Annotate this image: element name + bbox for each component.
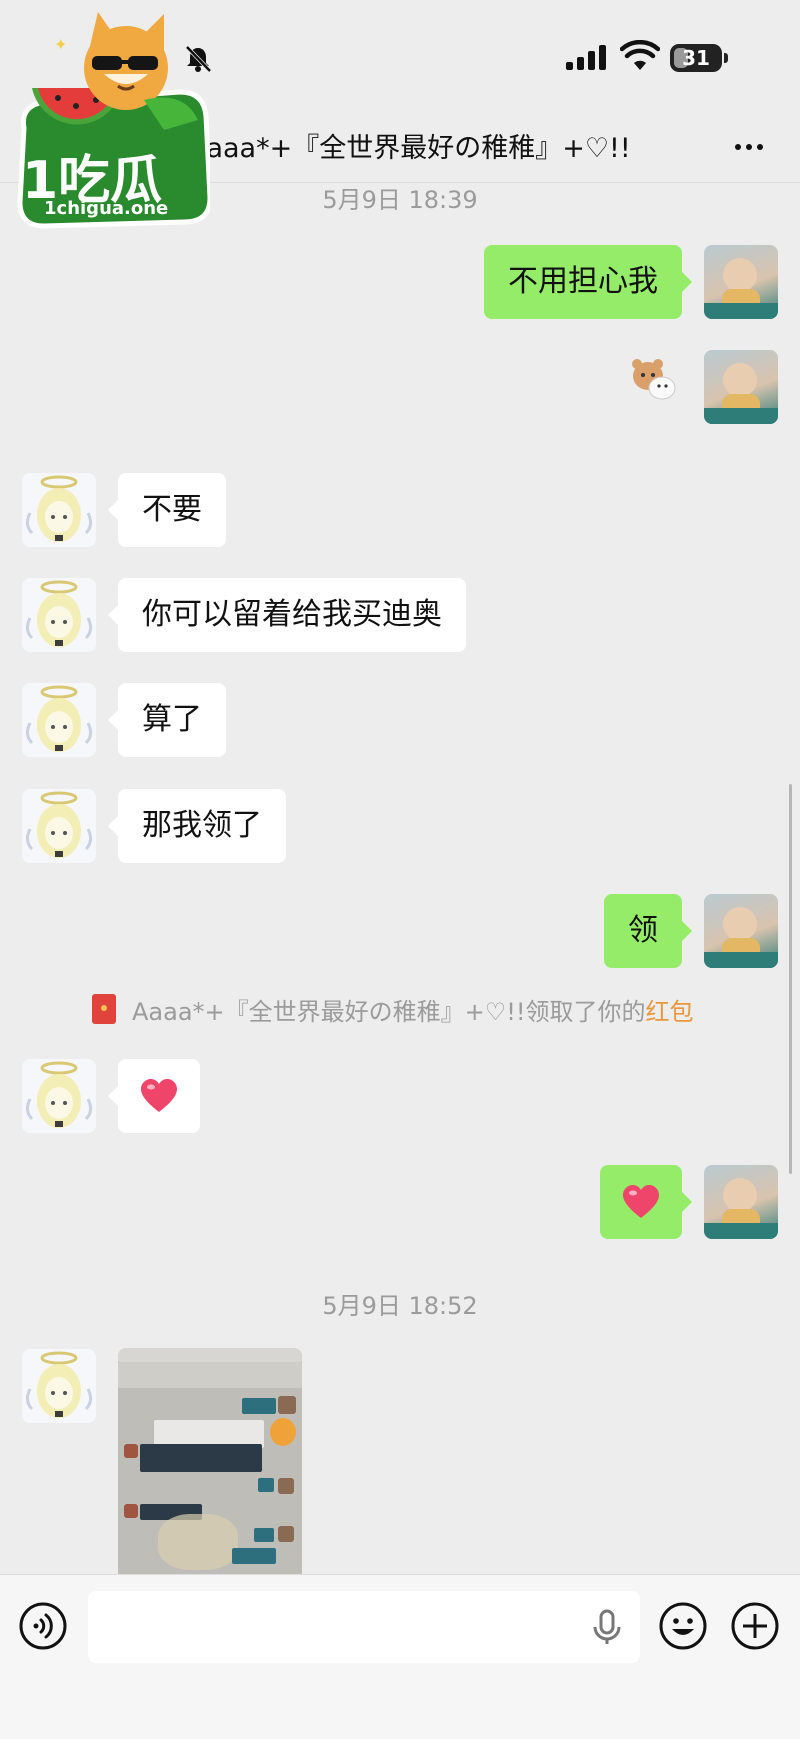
battery-level: 31: [682, 46, 710, 70]
red-packet-notice: Aaaa*+『全世界最好の稚稚』+♡!!领取了你的 红包: [92, 992, 694, 1026]
message-bubble-in[interactable]: 不要: [108, 473, 226, 547]
avatar-contact[interactable]: [22, 473, 96, 547]
add-more-button[interactable]: [730, 1601, 780, 1651]
avatar-contact[interactable]: [22, 578, 96, 652]
avatar-self[interactable]: [704, 894, 778, 968]
logo-text: 1吃瓜: [22, 151, 163, 211]
svg-text:✦: ✦: [54, 35, 67, 54]
avatar-contact[interactable]: [22, 683, 96, 757]
emoji-button[interactable]: [658, 1601, 708, 1651]
avatar-self[interactable]: [704, 1165, 778, 1239]
more-options-button[interactable]: [726, 130, 772, 164]
scrollbar[interactable]: [789, 784, 792, 1174]
bear-sticker[interactable]: [628, 352, 680, 404]
message-bubble-in[interactable]: [108, 1059, 200, 1133]
heart-emoji: [623, 1185, 659, 1218]
chat-title: Aaaa*+『全世界最好の稚稚』+♡!!: [188, 133, 631, 164]
message-bubble-out[interactable]: [600, 1165, 692, 1239]
avatar-self[interactable]: [704, 350, 778, 424]
message-bubble-out[interactable]: 领: [604, 894, 692, 968]
cellular-signal-icon: [566, 44, 608, 70]
input-bar: [0, 1574, 800, 1739]
chat-screenshot-image[interactable]: [118, 1348, 302, 1574]
battery-icon: 31: [670, 44, 722, 72]
avatar-contact[interactable]: [22, 1059, 96, 1133]
microphone-icon[interactable]: [582, 1601, 632, 1651]
message-bubble-out[interactable]: 不用担心我: [484, 245, 692, 319]
notice-text: Aaaa*+『全世界最好の稚稚』+♡!!领取了你的: [132, 997, 646, 1026]
watermark-logo: ✦ 1吃瓜 1chigua.one: [14, 10, 213, 232]
message-input[interactable]: [88, 1591, 640, 1663]
message-bubble-in[interactable]: 算了: [108, 683, 226, 757]
voice-mode-button[interactable]: [18, 1601, 68, 1651]
wifi-icon: [619, 39, 661, 72]
avatar-contact[interactable]: [22, 789, 96, 863]
avatar-self[interactable]: [704, 245, 778, 319]
message-bubble-in[interactable]: 你可以留着给我买迪奥: [108, 578, 466, 652]
timestamp: 5月9日 18:52: [322, 1292, 478, 1320]
heart-emoji: [141, 1079, 177, 1112]
logo-site: 1chigua.one: [44, 198, 169, 219]
red-packet-link[interactable]: 红包: [646, 992, 694, 1027]
avatar-contact[interactable]: [22, 1349, 96, 1423]
message-bubble-in[interactable]: 那我领了: [108, 789, 286, 863]
red-packet-icon: [92, 994, 116, 1024]
